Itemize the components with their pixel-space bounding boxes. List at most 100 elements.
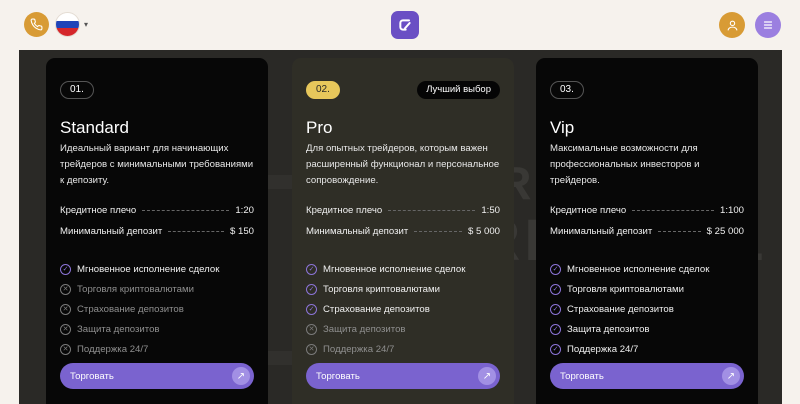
leverage-value: 1:50: [481, 204, 500, 216]
trade-button[interactable]: Торговать ↗: [60, 363, 254, 389]
trade-button-label: Торговать: [70, 370, 114, 382]
phone-icon: [30, 18, 43, 31]
leverage-label: Кредитное плечо: [550, 204, 627, 216]
feature-item: ✓ Торговля криптовалютами: [550, 282, 684, 296]
plan-number: 01.: [60, 81, 94, 99]
leverage-row: Кредитное плечо 1:100: [550, 203, 744, 217]
plan-card-standard: 01. Standard Идеальный вариант для начин…: [46, 58, 268, 404]
feature-label: Торговля криптовалютами: [77, 283, 194, 295]
language-selector[interactable]: ▾: [55, 12, 88, 37]
feature-label: Торговля криптовалютами: [567, 283, 684, 295]
trade-button-label: Торговать: [316, 370, 360, 382]
feature-item: ✓ Мгновенное исполнение сделок: [550, 262, 709, 276]
check-circle-icon: ✓: [306, 283, 317, 295]
check-circle-icon: ✓: [550, 343, 561, 355]
plan-title: Standard: [60, 118, 129, 137]
check-circle-icon: ✓: [550, 263, 561, 275]
feature-label: Защита депозитов: [567, 323, 650, 335]
feature-label: Страхование депозитов: [77, 303, 184, 315]
feature-item: ✕ Защита депозитов: [60, 322, 160, 336]
feature-label: Мгновенное исполнение сделок: [567, 263, 710, 275]
brand-logo-icon: [399, 19, 411, 31]
best-choice-badge: Лучший выбор: [417, 81, 500, 99]
feature-item: ✓ Защита депозитов: [550, 322, 650, 336]
leverage-value: 1:20: [235, 204, 254, 216]
plan-number: 02.: [306, 81, 340, 99]
phone-button[interactable]: [24, 12, 49, 37]
deposit-row: Минимальный депозит $ 25 000: [550, 224, 744, 238]
trade-button-label: Торговать: [560, 370, 604, 382]
check-circle-icon: ✓: [550, 323, 561, 335]
feature-item: ✓ Поддержка 24/7: [550, 342, 638, 356]
plan-card-vip: 03. Vip Максимальные возможности для про…: [536, 58, 758, 404]
leverage-value: 1:100: [719, 204, 744, 216]
dotted-divider: [414, 230, 462, 232]
feature-label: Защита депозитов: [77, 323, 160, 335]
arrow-up-right-icon: ↗: [232, 367, 250, 385]
plan-description: Идеальный вариант для начинающих трейдер…: [60, 143, 254, 186]
plan-description: Для опытных трейдеров, которым важен рас…: [306, 143, 500, 186]
check-circle-icon: ✓: [550, 283, 561, 295]
plan-card-pro: 02. Лучший выбор Pro Для опытных трейдер…: [292, 58, 514, 404]
deposit-label: Минимальный депозит: [550, 225, 653, 237]
feature-item: ✓ Мгновенное исполнение сделок: [306, 262, 465, 276]
dotted-divider: [388, 209, 476, 211]
user-button[interactable]: [719, 12, 745, 38]
plan-description: Максимальные возможности для профессиона…: [550, 143, 700, 186]
feature-item: ✓ Страхование депозитов: [550, 302, 674, 316]
feature-label: Защита депозитов: [323, 323, 406, 335]
cross-circle-icon: ✕: [60, 283, 71, 295]
feature-label: Страхование депозитов: [323, 303, 430, 315]
trade-button[interactable]: Торговать ↗: [306, 363, 500, 389]
cross-circle-icon: ✕: [306, 343, 317, 355]
site-header: ▾: [0, 0, 800, 50]
deposit-label: Минимальный депозит: [60, 225, 163, 237]
feature-item: ✓ Страхование депозитов: [306, 302, 430, 316]
check-circle-icon: ✓: [60, 263, 71, 275]
feature-label: Мгновенное исполнение сделок: [323, 263, 466, 275]
deposit-value: $ 150: [229, 225, 254, 237]
feature-label: Поддержка 24/7: [77, 343, 149, 355]
feature-label: Поддержка 24/7: [567, 343, 639, 355]
trade-button[interactable]: Торговать ↗: [550, 363, 744, 389]
deposit-value: $ 25 000: [706, 225, 744, 237]
deposit-row: Минимальный депозит $ 150: [60, 224, 254, 238]
brand-logo[interactable]: [391, 11, 419, 39]
russia-flag-icon: [55, 12, 80, 37]
check-circle-icon: ✓: [306, 263, 317, 275]
cross-circle-icon: ✕: [60, 323, 71, 335]
arrow-up-right-icon: ↗: [722, 367, 740, 385]
feature-label: Страхование депозитов: [567, 303, 674, 315]
leverage-label: Кредитное плечо: [306, 204, 383, 216]
arrow-up-right-icon: ↗: [478, 367, 496, 385]
dotted-divider: [142, 209, 230, 211]
check-circle-icon: ✓: [306, 303, 317, 315]
plan-title: Vip: [550, 118, 575, 137]
deposit-value: $ 5 000: [467, 225, 500, 237]
cross-circle-icon: ✕: [60, 303, 71, 315]
feature-item: ✓ Мгновенное исполнение сделок: [60, 262, 219, 276]
leverage-row: Кредитное плечо 1:50: [306, 203, 500, 217]
deposit-label: Минимальный депозит: [306, 225, 409, 237]
dotted-divider: [658, 230, 701, 232]
feature-item: ✕ Поддержка 24/7: [306, 342, 394, 356]
plan-number: 03.: [550, 81, 584, 99]
dotted-divider: [168, 230, 224, 232]
check-circle-icon: ✓: [550, 303, 561, 315]
pricing-section: BROKER TRIBUNAL 01. Standard Идеальный в…: [19, 50, 782, 404]
chevron-down-icon: ▾: [84, 20, 89, 29]
feature-item: ✕ Торговля криптовалютами: [60, 282, 194, 296]
feature-item: ✕ Защита депозитов: [306, 322, 406, 336]
leverage-row: Кредитное плечо 1:20: [60, 203, 254, 217]
menu-button[interactable]: [755, 12, 781, 38]
deposit-row: Минимальный депозит $ 5 000: [306, 224, 500, 238]
feature-item: ✕ Страхование депозитов: [60, 302, 184, 316]
feature-item: ✕ Поддержка 24/7: [60, 342, 148, 356]
dotted-divider: [632, 209, 714, 211]
menu-icon: [763, 21, 773, 29]
feature-item: ✓ Торговля криптовалютами: [306, 282, 440, 296]
leverage-label: Кредитное плечо: [60, 204, 137, 216]
feature-label: Мгновенное исполнение сделок: [77, 263, 220, 275]
user-icon: [727, 20, 737, 30]
feature-label: Торговля криптовалютами: [323, 283, 440, 295]
